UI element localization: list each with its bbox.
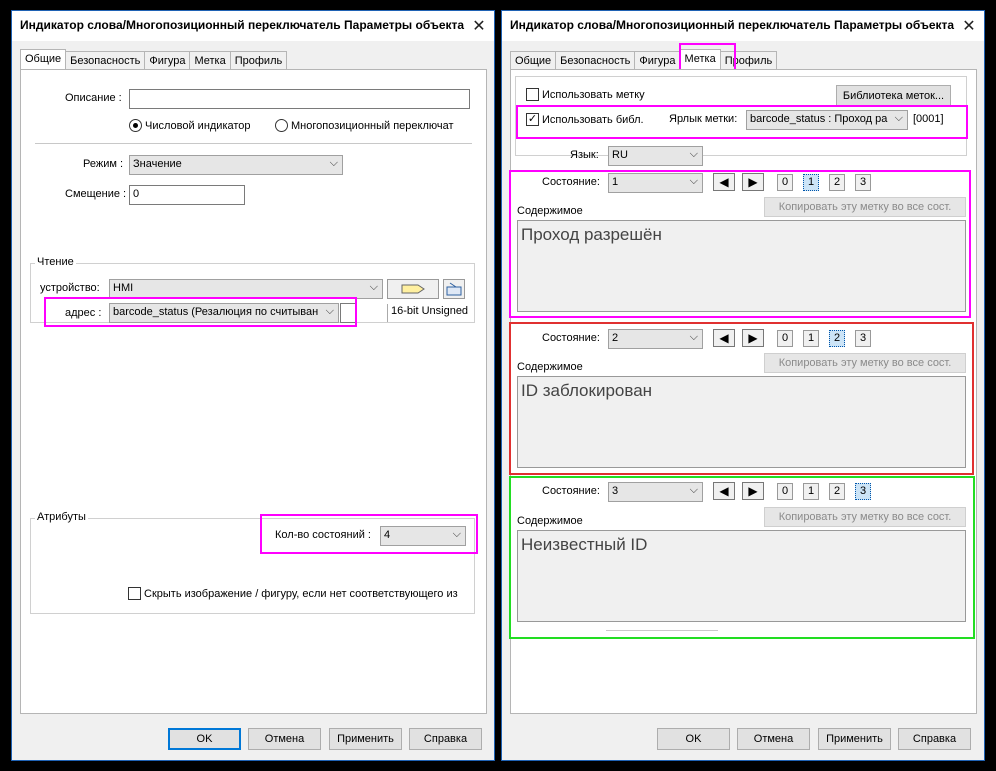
description-label: Описание : [65, 92, 122, 104]
highlight-state-3 [509, 476, 975, 639]
highlight-state-2 [509, 322, 974, 475]
close-icon[interactable]: ✕ [954, 11, 984, 41]
use-label-text: Использовать метку [542, 88, 645, 101]
hide-image-checkbox[interactable]: Скрыть изображение / фигуру, если нет со… [128, 587, 458, 600]
keyboard-icon-button[interactable] [443, 279, 465, 299]
separator [35, 143, 472, 144]
description-input[interactable] [129, 89, 470, 109]
dialog-window-label: Индикатор слова/Многопозиционный переклю… [501, 10, 985, 761]
ok-button[interactable]: OK [657, 728, 730, 750]
radio-multistate-label: Многопозиционный переключат [291, 119, 454, 132]
help-button[interactable]: Справка [409, 728, 482, 750]
tab-shape[interactable]: Фигура [144, 51, 191, 70]
offset-label: Смещение : [65, 188, 127, 200]
general-panel: Описание : Числовой индикатор Многопозиц… [20, 69, 487, 714]
radio-multistate-switch[interactable]: Многопозиционный переключат [275, 119, 454, 132]
device-value: HMI [113, 282, 134, 294]
highlight-state-1 [509, 170, 971, 318]
attributes-group-label: Атрибуты [35, 511, 88, 523]
mode-label: Режим : [83, 158, 124, 170]
tab-bar: Общие Безопасность Фигура Метка Профиль [510, 49, 778, 70]
tab-shape[interactable]: Фигура [634, 51, 681, 70]
window-title: Индикатор слова/Многопозиционный переклю… [12, 11, 494, 41]
tag-icon-button[interactable] [387, 279, 439, 299]
device-select[interactable]: HMI ⌵ [109, 279, 383, 299]
mode-value: Значение [133, 158, 182, 170]
tab-general[interactable]: Общие [20, 49, 67, 70]
label-panel: Использовать метку Библиотека меток... ✓… [509, 69, 977, 714]
tab-label[interactable]: Метка [189, 51, 231, 70]
apply-button[interactable]: Применить [818, 728, 891, 750]
cancel-button[interactable]: Отмена [737, 728, 810, 750]
tab-general[interactable]: Общие [510, 51, 557, 70]
apply-button[interactable]: Применить [329, 728, 402, 750]
chevron-down-icon: ⌵ [369, 281, 378, 293]
language-value: RU [612, 149, 628, 161]
window-title: Индикатор слова/Многопозиционный переклю… [502, 11, 984, 41]
hide-image-label: Скрыть изображение / фигуру, если нет со… [144, 587, 458, 600]
device-label: устройство: [40, 282, 100, 294]
language-label: Язык: [570, 149, 599, 161]
radio-numeric-label: Числовой индикатор [145, 119, 251, 132]
radio-numeric-indicator[interactable]: Числовой индикатор [129, 119, 251, 132]
checkbox-icon [128, 587, 141, 600]
close-icon[interactable]: ✕ [464, 11, 494, 41]
data-type-label: 16-bit Unsigned [387, 304, 468, 322]
highlight-num-states [260, 514, 478, 554]
offset-input[interactable]: 0 [129, 185, 245, 205]
highlight-address [44, 297, 357, 327]
chevron-down-icon: ⌵ [329, 157, 338, 169]
help-button[interactable]: Справка [898, 728, 971, 750]
language-select[interactable]: RU ⌵ [608, 146, 703, 166]
cancel-button[interactable]: Отмена [248, 728, 321, 750]
tab-security[interactable]: Безопасность [65, 51, 146, 70]
radio-selected-icon [129, 119, 142, 132]
radio-unselected-icon [275, 119, 288, 132]
keyboard-icon [446, 282, 462, 296]
mode-select[interactable]: Значение ⌵ [129, 155, 343, 175]
tab-security[interactable]: Безопасность [555, 51, 636, 70]
ok-button[interactable]: OK [168, 728, 241, 750]
use-label-checkbox[interactable]: Использовать метку [526, 88, 645, 101]
tab-profile[interactable]: Профиль [229, 51, 288, 70]
highlight-use-library [516, 105, 968, 139]
tag-icon [401, 284, 425, 294]
dialog-window-general: Индикатор слова/Многопозиционный переклю… [11, 10, 495, 761]
label-library-button[interactable]: Библиотека меток... [836, 85, 951, 107]
checkbox-icon [526, 88, 539, 101]
chevron-down-icon: ⌵ [689, 148, 698, 160]
read-group-label: Чтение [35, 256, 76, 268]
tab-bar: Общие Безопасность Фигура Метка Профиль [20, 49, 288, 70]
